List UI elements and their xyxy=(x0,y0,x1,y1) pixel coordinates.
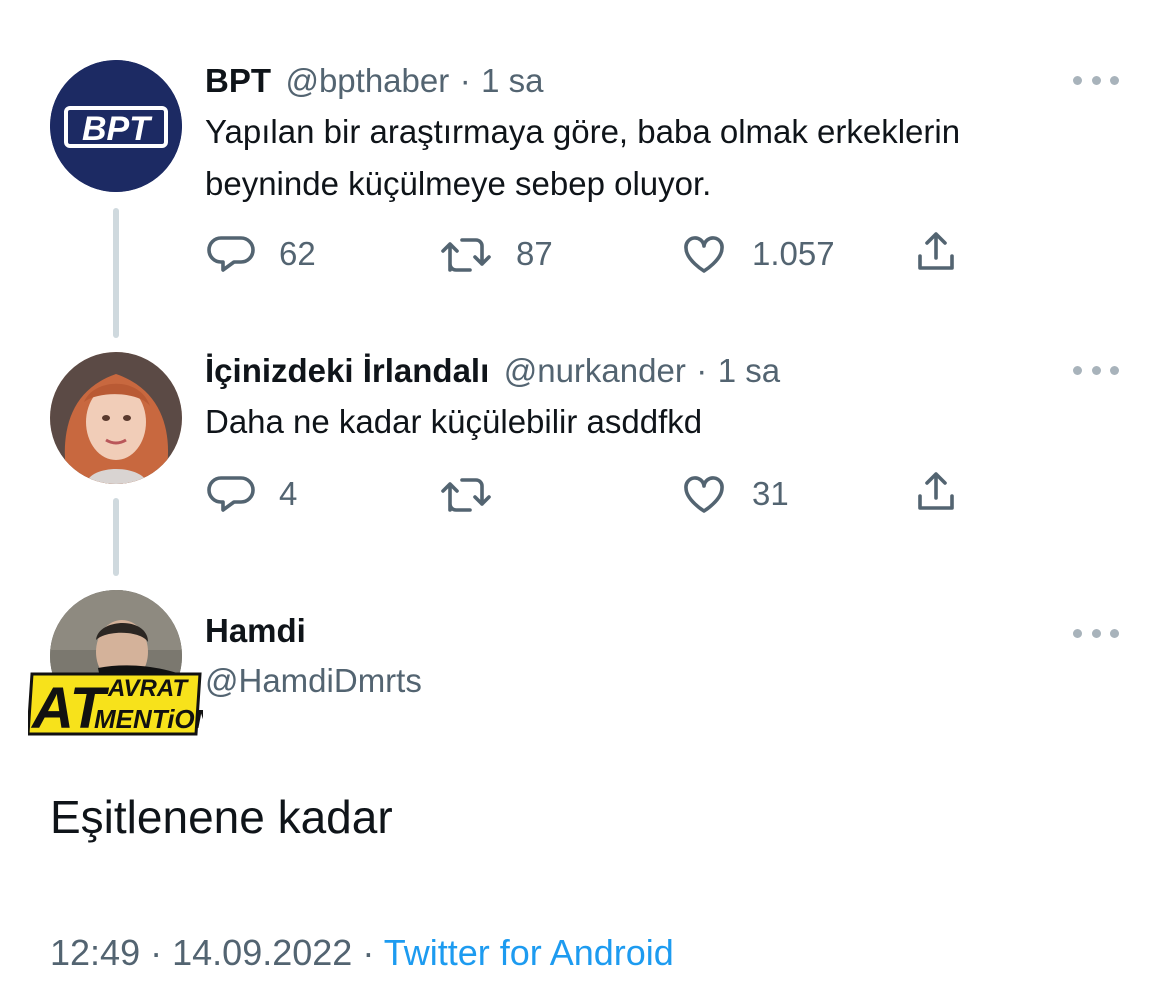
bpt-logo-icon: BPT xyxy=(50,60,182,192)
main-tweet-text: Eşitlenene kadar xyxy=(50,791,393,843)
more-icon[interactable] xyxy=(1073,73,1119,87)
reply-count: 62 xyxy=(279,235,316,272)
retweet-button[interactable]: 87 xyxy=(440,230,553,278)
svg-text:BPT: BPT xyxy=(82,110,153,148)
avatar-bpt[interactable]: BPT xyxy=(50,60,182,192)
retweet-button[interactable] xyxy=(440,470,516,518)
like-count: 1.057 xyxy=(752,235,835,272)
like-icon xyxy=(684,236,724,273)
share-button[interactable] xyxy=(912,468,960,516)
display-name[interactable]: Hamdi xyxy=(205,612,306,649)
display-name[interactable]: BPT xyxy=(205,62,271,99)
retweet-icon xyxy=(441,238,491,272)
at-avrat-mention-logo-icon: AT AVRAT MENTiON xyxy=(26,665,215,741)
tweet-date[interactable]: 14.09.2022 xyxy=(172,932,352,973)
tweet-source-link[interactable]: Twitter for Android xyxy=(384,932,674,973)
watermark-bottom: MENTiON xyxy=(94,704,203,734)
timestamp[interactable]: 1 sa xyxy=(718,352,780,389)
display-name[interactable]: İçinizdeki İrlandalı xyxy=(205,352,489,389)
reply-icon xyxy=(207,236,255,272)
retweet-icon xyxy=(441,478,491,512)
more-icon[interactable] xyxy=(1073,626,1119,640)
handle[interactable]: @nurkander xyxy=(504,352,686,389)
tweet-text: Yapılan bir araştırmaya göre, baba olmak… xyxy=(205,106,1125,210)
handle[interactable]: @bpthaber xyxy=(285,62,449,99)
reply-button[interactable]: 62 xyxy=(207,230,316,278)
separator-dot: · xyxy=(150,932,163,973)
share-button[interactable] xyxy=(912,228,960,276)
tweet-time[interactable]: 12:49 xyxy=(50,932,140,973)
watermark-top: AVRAT xyxy=(107,675,189,702)
like-count: 31 xyxy=(752,475,789,512)
reply-icon xyxy=(207,476,255,512)
share-icon xyxy=(918,472,954,510)
tweet-footer: 12:49 · 14.09.2022 · Twitter for Android xyxy=(50,932,674,974)
tweet-header: BPT @bpthaber · 1 sa xyxy=(205,62,544,100)
like-button[interactable]: 31 xyxy=(680,470,789,518)
like-icon xyxy=(684,476,724,513)
separator-dot: · xyxy=(362,932,375,973)
like-button[interactable]: 1.057 xyxy=(680,230,835,278)
thread-line xyxy=(113,208,119,338)
separator-dot: · xyxy=(696,352,708,389)
profile-photo-icon xyxy=(50,352,182,484)
avatar-nurkander[interactable] xyxy=(50,352,182,484)
tweet-text-line: beyninde küçülmeye sebep oluyor. xyxy=(205,165,712,202)
tweet-header: Hamdi xyxy=(205,612,306,650)
tweet-header: İçinizdeki İrlandalı @nurkander · 1 sa xyxy=(205,352,780,390)
share-icon xyxy=(918,232,954,270)
separator-dot: · xyxy=(459,62,471,99)
tweet-text: Daha ne kadar küçülebilir asddfkd xyxy=(205,403,703,440)
reply-count: 4 xyxy=(279,475,298,512)
timestamp[interactable]: 1 sa xyxy=(481,62,543,99)
more-icon[interactable] xyxy=(1073,363,1119,377)
thread-line xyxy=(113,498,119,576)
tweet-text-line: Yapılan bir araştırmaya göre, baba olmak… xyxy=(205,113,961,150)
retweet-count: 87 xyxy=(516,235,553,272)
tweet-handle-row: @HamdiDmrts xyxy=(205,662,422,700)
reply-button[interactable]: 4 xyxy=(207,470,297,518)
handle[interactable]: @HamdiDmrts xyxy=(205,662,422,699)
watermark-logo: AT AVRAT MENTiON xyxy=(26,664,215,741)
